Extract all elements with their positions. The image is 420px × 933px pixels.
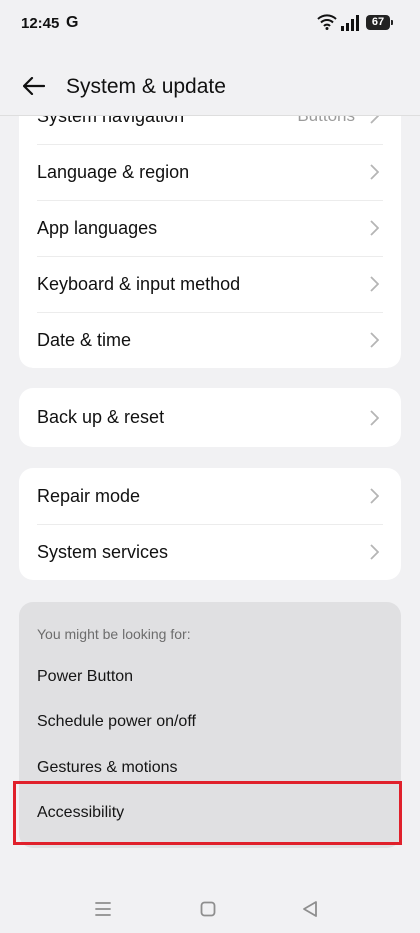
settings-group-general: System navigation Buttons Language & reg…: [19, 116, 401, 368]
signal-icon: [340, 15, 360, 36]
suggestion-power-button[interactable]: Power Button: [37, 668, 133, 686]
chevron-right-icon: [370, 164, 379, 180]
home-square-icon: [200, 901, 216, 917]
setting-language-region[interactable]: Language & region: [19, 144, 401, 200]
chevron-right-icon: [370, 544, 379, 560]
suggestion-schedule-power[interactable]: Schedule power on/off: [37, 713, 196, 731]
back-arrow-icon: [23, 77, 45, 95]
setting-value: Buttons: [297, 116, 355, 126]
setting-system-navigation[interactable]: System navigation Buttons: [19, 116, 401, 144]
status-time: 12:45: [21, 15, 60, 32]
setting-backup-reset[interactable]: Back up & reset: [19, 388, 401, 447]
status-bar: 12:45 G 67: [0, 0, 420, 48]
setting-system-services[interactable]: System services: [19, 524, 401, 580]
setting-keyboard-input[interactable]: Keyboard & input method: [19, 256, 401, 312]
setting-label: Language & region: [37, 161, 190, 182]
app-header: System & update: [0, 58, 420, 116]
suggestion-gestures-motions[interactable]: Gestures & motions: [37, 759, 178, 777]
page-title: System & update: [66, 75, 226, 98]
menu-icon: [95, 902, 111, 916]
wifi-icon: [317, 14, 337, 35]
battery-icon: 67: [366, 15, 393, 30]
setting-app-languages[interactable]: App languages: [19, 200, 401, 256]
setting-label: System navigation: [37, 116, 184, 127]
setting-repair-mode[interactable]: Repair mode: [19, 468, 401, 524]
recents-button[interactable]: [89, 895, 117, 923]
settings-group-repair: Repair mode System services: [19, 468, 401, 580]
setting-label: App languages: [37, 217, 158, 238]
chevron-right-icon: [370, 409, 379, 426]
chevron-right-icon: [370, 220, 379, 236]
chevron-right-icon: [370, 116, 379, 124]
back-button[interactable]: [16, 68, 52, 104]
setting-label: Back up & reset: [37, 407, 165, 427]
setting-label: Keyboard & input method: [37, 273, 241, 294]
suggestions-title: You might be looking for:: [37, 626, 191, 642]
highlight-box: [13, 781, 402, 845]
triangle-back-icon: [303, 901, 317, 917]
chevron-right-icon: [370, 488, 379, 504]
settings-group-scroll-clip: System navigation Buttons Language & reg…: [19, 116, 401, 368]
nav-back-button[interactable]: [296, 895, 324, 923]
google-icon: G: [66, 14, 79, 31]
setting-label: Date & time: [37, 329, 132, 350]
chevron-right-icon: [370, 332, 379, 348]
chevron-right-icon: [370, 276, 379, 292]
home-button[interactable]: [194, 895, 222, 923]
settings-group-backup: Back up & reset: [19, 388, 401, 447]
system-nav-bar: [0, 885, 420, 933]
setting-label: Repair mode: [37, 485, 141, 506]
setting-label: System services: [37, 541, 169, 562]
setting-date-time[interactable]: Date & time: [19, 312, 401, 368]
